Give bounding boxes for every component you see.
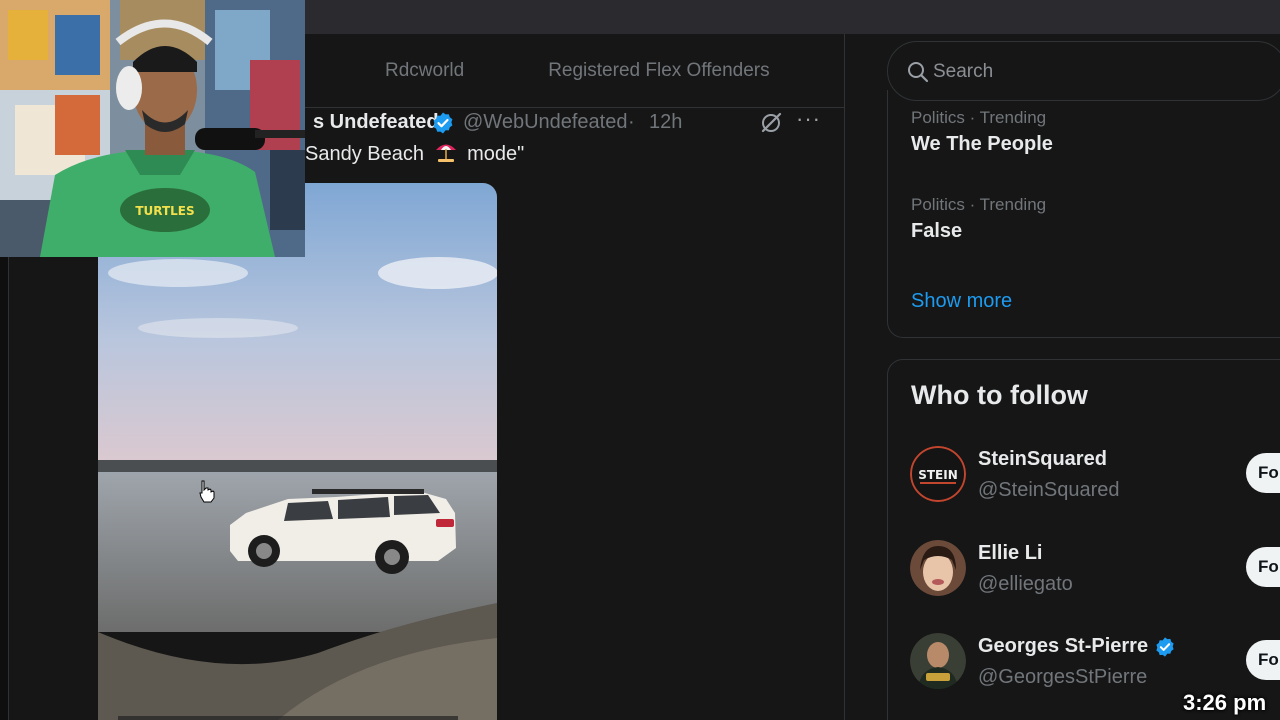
who-to-follow-title: Who to follow — [911, 380, 1088, 410]
tweet-timestamp[interactable]: 12h — [649, 111, 682, 134]
follow-name[interactable]: SteinSquared — [978, 448, 1107, 471]
who-to-follow-card: Who to follow STEIN SteinSquared @SteinS… — [887, 359, 1280, 720]
follow-name[interactable]: Georges St-Pierre — [978, 635, 1148, 658]
column-divider-center — [844, 34, 845, 720]
trend-name: We The People — [911, 133, 1053, 155]
follow-suggestion[interactable]: Ellie Li @elliegato Fo — [910, 540, 1280, 600]
follow-button[interactable]: Fo — [1246, 453, 1280, 493]
beach-car-image — [98, 183, 497, 720]
separator-dot: · — [628, 111, 635, 133]
tweet-header: s Undefeated @WebUndefeated · 12h ··· — [305, 106, 844, 138]
verified-badge-icon — [1156, 637, 1174, 657]
tweet-text-part1: Sandy Beach — [305, 143, 424, 165]
avatar-logo-text: STEIN — [918, 468, 958, 482]
trend-meta: Politics · Trending — [911, 195, 1047, 214]
follow-handle[interactable]: @elliegato — [978, 573, 1073, 596]
follow-name[interactable]: Ellie Li — [978, 542, 1042, 565]
mouse-cursor-icon — [199, 480, 215, 503]
tweet-text: Sandy Beach mode" — [305, 139, 524, 166]
avatar[interactable] — [910, 540, 966, 596]
shirt-text: TURTLES — [135, 204, 194, 218]
trend-item[interactable]: Politics · Trending We The People — [911, 108, 1053, 156]
follow-button[interactable]: Fo — [1246, 547, 1280, 587]
avatar[interactable]: STEIN — [910, 446, 966, 502]
tab-registered-flex-offenders[interactable]: Registered Flex Offenders — [506, 34, 811, 108]
tab-rdcworld[interactable]: Rdcworld — [305, 34, 506, 108]
show-more-link[interactable]: Show more — [911, 290, 1012, 313]
streamer-webcam-image: TURTLES — [0, 0, 305, 257]
follow-handle[interactable]: @GeorgesStPierre — [978, 666, 1147, 689]
follow-suggestion[interactable]: Georges St-Pierre @GeorgesStPierre Fo — [910, 633, 1280, 693]
tweet-media-video[interactable] — [98, 183, 497, 720]
timeline-tabs: Rdcworld Registered Flex Offenders — [305, 34, 844, 108]
search-input[interactable] — [933, 58, 1233, 86]
search-icon — [908, 62, 929, 83]
follow-button[interactable]: Fo — [1246, 640, 1280, 680]
trends-card: Politics · Trending We The People Politi… — [887, 90, 1280, 338]
trend-item[interactable]: Politics · Trending False — [911, 195, 1046, 243]
avatar[interactable] — [910, 633, 966, 689]
more-options-icon[interactable]: ··· — [796, 106, 821, 132]
grok-icon[interactable] — [758, 110, 784, 136]
trend-meta: Politics · Trending — [911, 108, 1047, 127]
beach-umbrella-icon — [435, 144, 456, 162]
stream-clock: 3:26 pm — [1183, 690, 1267, 715]
tweet-text-part2: mode" — [467, 143, 525, 165]
follow-suggestion[interactable]: STEIN SteinSquared @SteinSquared Fo — [910, 446, 1280, 506]
webcam-overlay: TURTLES — [0, 0, 305, 257]
verified-badge-icon — [433, 112, 453, 134]
tweet-author-name[interactable]: s Undefeated — [313, 111, 439, 134]
follow-handle[interactable]: @SteinSquared — [978, 479, 1120, 502]
tweet-author-handle[interactable]: @WebUndefeated — [463, 111, 627, 134]
trend-name: False — [911, 220, 963, 242]
